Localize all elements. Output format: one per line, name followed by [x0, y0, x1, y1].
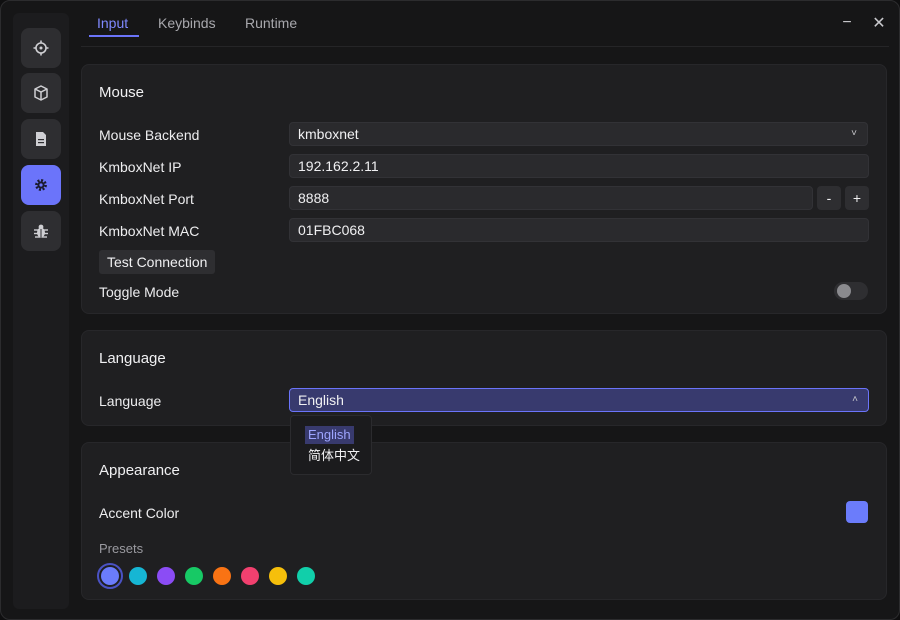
toggle-mode-switch[interactable]	[834, 282, 868, 300]
minimize-button[interactable]: −	[837, 13, 857, 33]
bug-icon	[34, 224, 48, 238]
mouse-backend-select[interactable]: kmboxnet ˅	[289, 122, 868, 146]
chevron-down-icon: ˅	[851, 128, 857, 139]
test-connection-button[interactable]: Test Connection	[99, 250, 216, 274]
language-option-english[interactable]: English	[305, 426, 354, 444]
kmboxnet-mac-label: KmboxNet MAC	[99, 223, 200, 239]
toggle-mode-label: Toggle Mode	[99, 284, 180, 300]
kmboxnet-ip-label: KmboxNet IP	[99, 159, 182, 175]
preset-color-swatch[interactable]	[297, 567, 315, 585]
close-button[interactable]: ✕	[869, 13, 889, 33]
language-dropdown: English 简体中文	[290, 415, 372, 475]
close-icon: ✕	[872, 15, 886, 32]
sidebar-item-files[interactable]	[21, 119, 61, 159]
kmboxnet-ip-input[interactable]: 192.162.2.11	[289, 154, 869, 178]
minimize-icon: −	[842, 14, 852, 31]
chevron-up-icon: ˄	[852, 394, 858, 405]
app-window: Input Keybinds Runtime − ✕ Mouse Mouse B…	[0, 0, 900, 620]
preset-color-swatch[interactable]	[269, 567, 287, 585]
kmboxnet-port-label: KmboxNet Port	[99, 191, 194, 207]
file-icon	[36, 132, 46, 146]
tab-input[interactable]: Input	[97, 15, 128, 31]
port-decrement-button[interactable]: -	[817, 186, 841, 210]
mouse-section-title: Mouse	[99, 84, 145, 101]
preset-color-swatch[interactable]	[97, 563, 123, 589]
preset-color-swatch[interactable]	[241, 567, 259, 585]
active-tab-indicator	[89, 35, 139, 37]
mouse-backend-value: kmboxnet	[298, 126, 359, 142]
preset-color-swatch[interactable]	[213, 567, 231, 585]
mouse-backend-label: Mouse Backend	[99, 127, 200, 143]
language-section-title: Language	[99, 350, 166, 367]
appearance-card: Appearance Accent Color Presets	[81, 442, 887, 600]
tab-keybinds[interactable]: Keybinds	[158, 15, 216, 31]
language-option-chinese[interactable]: 简体中文	[305, 447, 363, 465]
language-label: Language	[99, 393, 162, 409]
language-select[interactable]: English ˄	[289, 388, 869, 412]
tab-runtime[interactable]: Runtime	[245, 15, 297, 31]
sidebar-item-settings[interactable]	[21, 165, 61, 205]
presets-label: Presets	[99, 541, 144, 556]
sidebar	[13, 13, 69, 609]
gear-icon	[35, 179, 47, 191]
cube-icon	[34, 85, 48, 101]
preset-color-swatch[interactable]	[129, 567, 147, 585]
kmboxnet-mac-input[interactable]: 01FBC068	[289, 218, 869, 242]
preset-color-swatch[interactable]	[185, 567, 203, 585]
port-increment-button[interactable]: +	[845, 186, 869, 210]
toggle-knob	[837, 284, 851, 298]
preset-color-swatch[interactable]	[157, 567, 175, 585]
accent-color-label: Accent Color	[99, 505, 180, 521]
crosshair-icon	[33, 40, 49, 56]
language-card: Language Language English ˄	[81, 330, 887, 426]
appearance-section-title: Appearance	[99, 462, 180, 479]
sidebar-item-debug[interactable]	[21, 211, 61, 251]
language-value: English	[298, 392, 344, 408]
kmboxnet-port-input[interactable]: 8888	[289, 186, 813, 210]
accent-color-swatch[interactable]	[846, 501, 868, 523]
mouse-card: Mouse Mouse Backend kmboxnet ˅ KmboxNet …	[81, 64, 887, 314]
tab-bar: Input Keybinds Runtime − ✕	[81, 1, 889, 47]
sidebar-item-models[interactable]	[21, 73, 61, 113]
sidebar-item-aim[interactable]	[21, 28, 61, 68]
